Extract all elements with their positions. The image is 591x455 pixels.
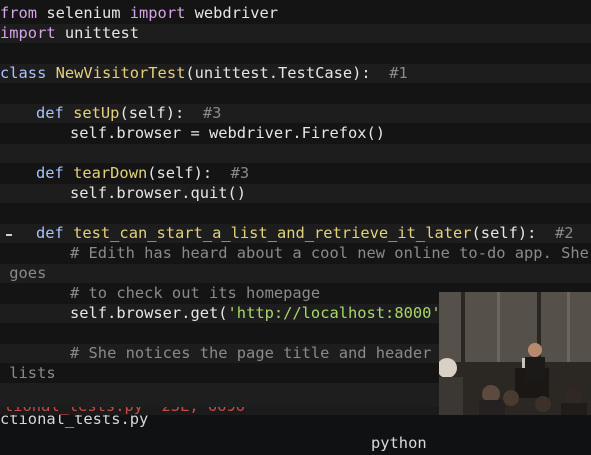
- code-line-10[interactable]: self.browser.quit(): [0, 184, 591, 203]
- speaker-head: [528, 343, 542, 357]
- code-line-5[interactable]: [0, 84, 591, 103]
- code-text: unittest: [55, 24, 140, 42]
- status-filetype: python: [371, 434, 427, 452]
- audience-head: [564, 387, 582, 405]
- speaker-body: [525, 357, 545, 381]
- string-literal: 'http://localhost:8000': [227, 304, 441, 322]
- code-line-2[interactable]: import unittest: [0, 24, 591, 43]
- code-line-1[interactable]: from selenium import webdriver: [0, 4, 591, 23]
- code-line-12[interactable]: def test_can_start_a_list_and_retrieve_i…: [0, 224, 591, 243]
- audience-body: [439, 377, 463, 415]
- code-text: selenium: [37, 4, 130, 22]
- code-line-3[interactable]: [0, 44, 591, 63]
- code-text: (self):: [471, 224, 537, 242]
- audience-body: [561, 403, 587, 415]
- code-line-11[interactable]: [0, 204, 591, 223]
- comment: # to check out its homepage: [70, 284, 321, 302]
- comment: #2: [536, 224, 574, 242]
- code-text: self.browser = webdriver.Firefox(): [70, 124, 386, 142]
- class-name: NewVisitorTest: [55, 64, 186, 82]
- comment: # She notices the page title and header …: [70, 344, 460, 362]
- keyword: def: [36, 104, 64, 122]
- webcam-video-frame: [439, 292, 591, 415]
- audience-head: [535, 396, 551, 412]
- comment: goes: [0, 264, 47, 282]
- audience-body: [479, 400, 505, 415]
- comment: #3: [184, 104, 222, 122]
- code-text: (unittest.TestCase):: [185, 64, 371, 82]
- comment: # Edith has heard about a cool new onlin…: [70, 244, 589, 262]
- keyword: import: [0, 24, 56, 42]
- webcam-overlay: [439, 292, 591, 415]
- code-line-9[interactable]: def tearDown(self): #3: [0, 164, 591, 183]
- comment: #3: [212, 164, 250, 182]
- function-name: setUp: [73, 104, 120, 122]
- code-line-7[interactable]: self.browser = webdriver.Firefox(): [0, 124, 591, 143]
- code-line-14[interactable]: goes: [0, 264, 591, 283]
- keyword: import: [129, 4, 186, 22]
- function-name: test_can_start_a_list_and_retrieve_it_la…: [73, 224, 472, 242]
- code-text: self.browser.get(: [70, 304, 228, 322]
- keyword: class: [0, 64, 47, 82]
- comment: lists: [0, 364, 56, 382]
- keyword: def: [36, 164, 64, 182]
- keyword: def: [36, 224, 64, 242]
- code-text: (self):: [147, 164, 213, 182]
- code-text: webdriver: [185, 4, 279, 22]
- code-line-13[interactable]: # Edith has heard about a cool new onlin…: [0, 244, 591, 263]
- code-line-8[interactable]: [0, 144, 591, 163]
- text-cursor: [6, 234, 12, 236]
- code-line-6[interactable]: def setUp(self): #3: [0, 104, 591, 123]
- code-text: self.browser.quit(): [70, 184, 247, 202]
- keyword: from: [0, 4, 38, 22]
- command-line-message: tional_tests.py" 23L, 6696: [4, 407, 245, 415]
- audience-head: [503, 390, 519, 406]
- function-name: tearDown: [73, 164, 148, 182]
- code-text: (self):: [119, 104, 185, 122]
- comment: #1: [370, 64, 408, 82]
- code-line-4[interactable]: class NewVisitorTest(unittest.TestCase):…: [0, 64, 591, 83]
